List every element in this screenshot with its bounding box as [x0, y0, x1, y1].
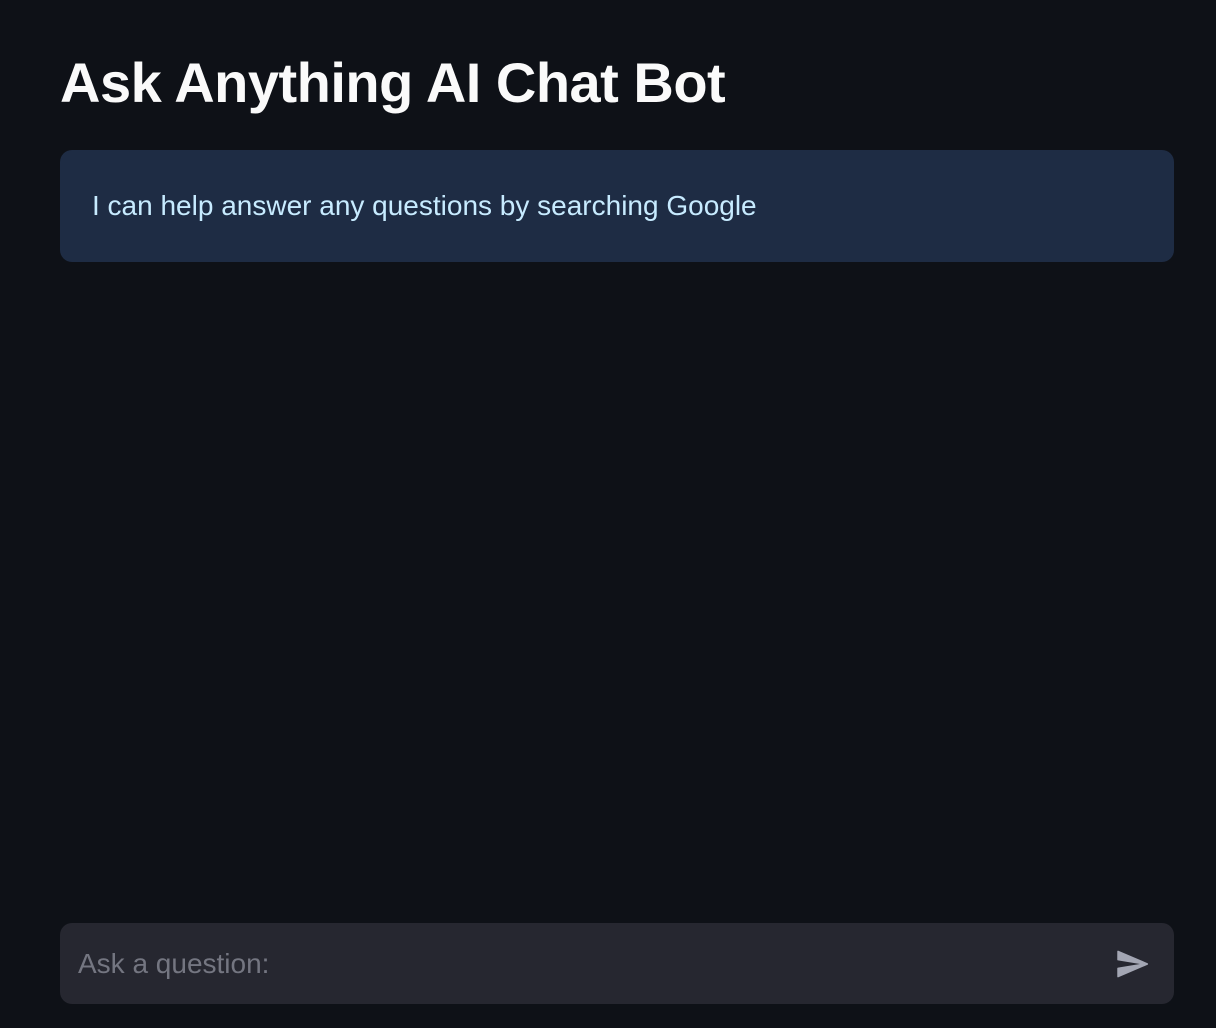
chat-input-container — [60, 923, 1174, 1004]
chat-input[interactable] — [60, 923, 1110, 1004]
send-button[interactable] — [1110, 942, 1154, 986]
info-alert: I can help answer any questions by searc… — [60, 150, 1174, 262]
info-alert-text: I can help answer any questions by searc… — [92, 190, 757, 221]
app-page: Ask Anything AI Chat Bot I can help answ… — [0, 0, 1216, 1028]
send-icon — [1117, 950, 1149, 977]
page-title: Ask Anything AI Chat Bot — [60, 51, 726, 114]
